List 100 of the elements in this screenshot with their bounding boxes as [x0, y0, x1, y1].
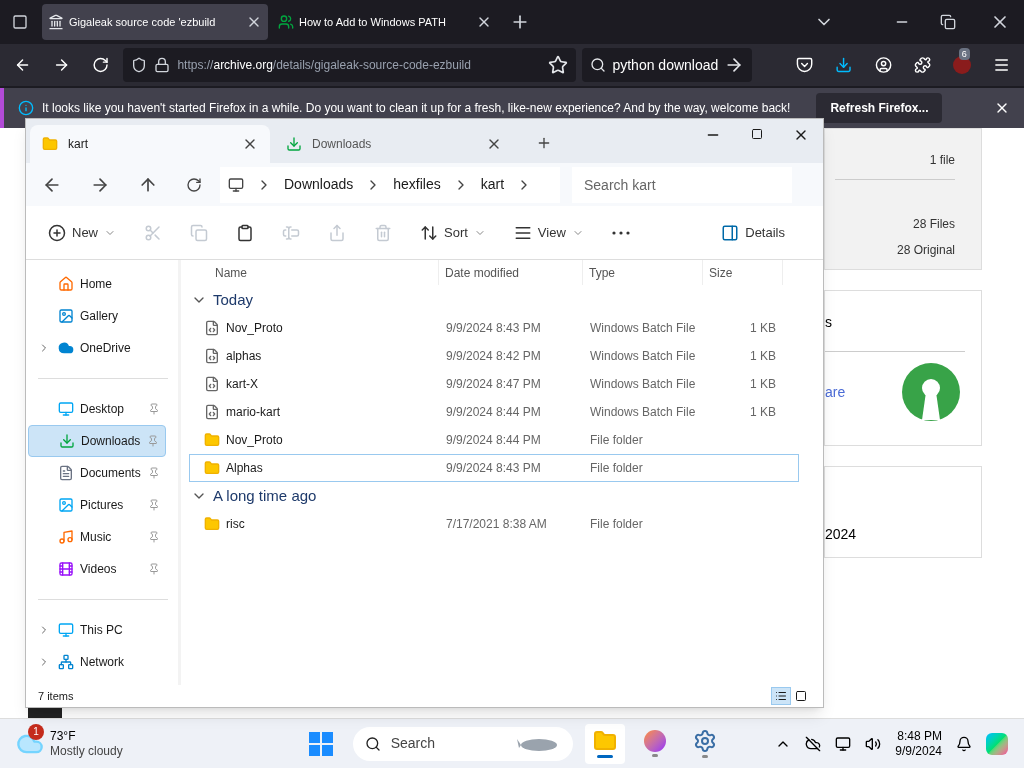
breadcrumb-item[interactable]: Downloads — [284, 174, 354, 195]
sidebar-item[interactable]: Downloads — [28, 425, 166, 457]
pocket-icon[interactable] — [796, 55, 814, 75]
sidebar-item[interactable]: OneDrive — [28, 332, 166, 364]
refresh-button[interactable]: Refresh Firefox... — [816, 93, 943, 123]
details-view-button[interactable] — [771, 687, 791, 705]
house-icon — [58, 276, 74, 292]
more-icon — [611, 230, 630, 235]
download-icon[interactable] — [835, 55, 853, 75]
network-icon[interactable] — [835, 735, 852, 752]
explorer-tab[interactable]: kart — [30, 125, 270, 163]
browser-logo — [643, 730, 666, 752]
sidebar-item[interactable]: Home — [28, 268, 166, 300]
pictures-icon — [58, 497, 74, 513]
cloud-off-icon[interactable] — [805, 735, 822, 752]
date-cell-text: 9/9/2024 8:42 PM — [445, 348, 542, 365]
search-icon — [590, 57, 607, 73]
browser-tab[interactable]: How to Add to Windows PATH — [272, 4, 498, 40]
file-row[interactable]: Nov_Proto 9/9/2024 8:44 PM File folder — [189, 426, 799, 454]
rename-icon — [282, 223, 300, 242]
search-icon — [364, 735, 381, 752]
file-row[interactable]: Alphas 9/9/2024 8:43 PM File folder — [189, 454, 799, 482]
date-cell-text: 7/17/2021 8:38 AM — [445, 516, 548, 533]
extension-badge: 6 — [958, 48, 970, 60]
date-cell-text: 9/9/2024 8:44 PM — [445, 432, 542, 449]
sidebar-item[interactable]: Pictures — [28, 489, 166, 521]
search-field[interactable]: Search kart — [572, 166, 792, 203]
type-cell-text: File folder — [589, 516, 644, 533]
paste-icon — [236, 223, 254, 242]
file-name: Alphas — [226, 460, 263, 477]
file-row[interactable]: alphas 9/9/2024 8:42 PM Windows Batch File 1 KB — [189, 342, 799, 370]
speaker-icon[interactable] — [865, 735, 882, 752]
delete-icon — [374, 223, 392, 242]
script-file-icon — [204, 376, 220, 392]
folder-icon — [204, 460, 220, 476]
size-cell-text: 1 KB — [750, 404, 776, 421]
address-bar[interactable]: Downloads hexfiles kart — [220, 166, 560, 203]
star-icon[interactable] — [548, 55, 569, 75]
notification-text: It looks like you haven't started Firefox in a while. Do you want to clean it up for a fresh, like-new experience? And by the way, welcome back! — [42, 100, 791, 117]
details-button[interactable]: Details — [715, 214, 791, 251]
size-cell-text: 1 KB — [750, 348, 776, 365]
cut-icon — [144, 223, 162, 242]
file-row[interactable]: kart-X 9/9/2024 8:47 PM Windows Batch File 1 KB — [189, 370, 799, 398]
search-box[interactable]: Search — [352, 726, 573, 761]
group-heading: A long time ago — [213, 485, 317, 506]
account-icon[interactable] — [874, 55, 892, 75]
type-cell-text: Windows Batch File — [589, 376, 697, 393]
column-header[interactable]: Size — [703, 260, 783, 285]
file-name: mario-kart — [226, 404, 280, 421]
document-icon — [58, 465, 74, 481]
restore-icon[interactable] — [940, 14, 956, 30]
script-file-icon — [204, 348, 220, 364]
maximize-icon[interactable] — [751, 128, 763, 140]
size-cell-text: 1 KB — [750, 376, 776, 393]
script-file-icon — [204, 320, 220, 336]
column-header[interactable]: Name — [189, 260, 439, 285]
explorer-app[interactable] — [584, 723, 625, 764]
extension-icon[interactable] — [952, 56, 971, 74]
sidebar-item[interactable]: Gallery — [28, 300, 166, 332]
address-bar[interactable]: https://archive.org/details/gigaleak-source-code-ezbuild — [123, 48, 577, 82]
file-row[interactable]: mario-kart 9/9/2024 8:44 PM Windows Batch File 1 KB — [189, 398, 799, 426]
breadcrumb-item[interactable]: hexfiles — [393, 174, 441, 195]
weather-text: Mostly cloudy — [50, 743, 123, 759]
original-count: 28 Original — [896, 242, 955, 259]
explorer-tab[interactable]: Downloads — [274, 125, 514, 163]
start-icon[interactable] — [308, 731, 333, 756]
column-header[interactable]: Type — [583, 260, 703, 285]
new-tab-icon[interactable] — [536, 135, 552, 151]
refresh-icon[interactable] — [186, 176, 202, 193]
notification-badge: 1 — [28, 723, 44, 740]
new-button[interactable]: New — [42, 214, 122, 251]
sidebar-item[interactable]: This PC — [28, 614, 166, 646]
search-field[interactable]: python download — [582, 48, 753, 82]
browser-tab[interactable]: Gigaleak source code 'ezbuild — [42, 4, 268, 40]
gear-icon — [692, 729, 717, 753]
type-cell-text: Windows Batch File — [589, 348, 697, 365]
view-button[interactable]: View — [507, 214, 590, 251]
item-count: 7 items — [38, 688, 75, 704]
date-cell-text: 9/9/2024 8:43 PM — [445, 320, 542, 337]
sidebar-item[interactable]: Desktop — [28, 393, 166, 425]
keyhole-logo — [901, 362, 961, 422]
sidebar-item[interactable]: Videos — [28, 553, 166, 585]
file-row[interactable]: risc 7/17/2021 8:38 AM File folder — [189, 510, 799, 538]
sidebar-item[interactable]: Music — [28, 521, 166, 553]
license-link[interactable]: are — [825, 381, 846, 403]
file-row[interactable]: Nov_Proto 9/9/2024 8:43 PM Windows Batch File 1 KB — [189, 314, 799, 342]
column-header[interactable]: Date modified — [439, 260, 583, 285]
network-icon — [58, 654, 74, 670]
breadcrumb-item[interactable]: kart — [480, 174, 505, 195]
reload-icon[interactable] — [92, 55, 110, 75]
info-icon — [18, 100, 34, 116]
bell-icon[interactable] — [956, 735, 972, 752]
extensions-icon[interactable] — [913, 55, 931, 75]
date-text: 2024 — [825, 525, 857, 544]
folder-icon — [42, 136, 58, 152]
sidebar-item[interactable]: Documents — [28, 457, 166, 489]
clock[interactable]: 8:48 PM 9/9/2024 — [895, 728, 942, 759]
file-count: 1 file — [929, 152, 955, 169]
sort-button[interactable]: Sort — [414, 214, 492, 251]
sidebar-item[interactable]: Network — [28, 646, 166, 678]
